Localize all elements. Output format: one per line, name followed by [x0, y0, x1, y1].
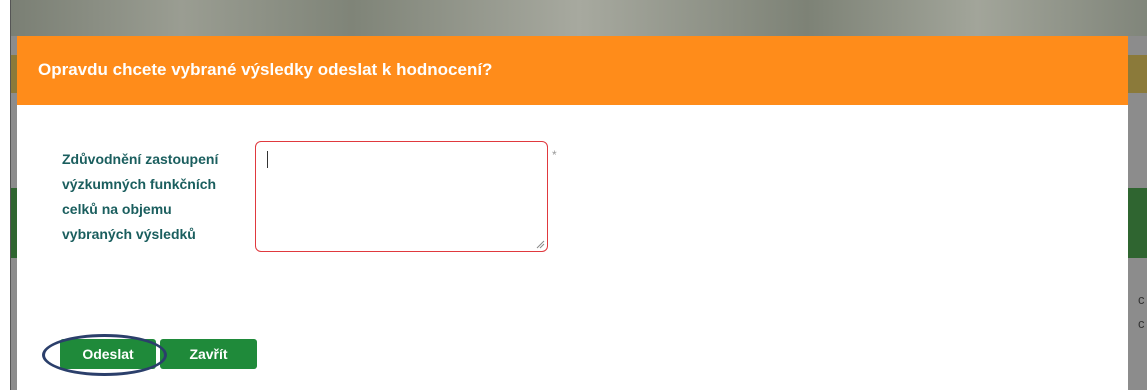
resize-handle-icon[interactable] [535, 239, 545, 249]
dialog-header: Opravdu chcete vybrané výsledky odeslat … [17, 36, 1128, 105]
justification-textarea[interactable] [256, 142, 547, 251]
required-asterisk: * [552, 148, 557, 162]
justification-label: Zdůvodnění zastoupení výzkumných funkční… [62, 151, 219, 242]
close-button[interactable]: Zavřít [160, 339, 257, 369]
confirm-dialog: Opravdu chcete vybrané výsledky odeslat … [17, 36, 1128, 390]
background-banner [11, 0, 1147, 36]
justification-field[interactable] [255, 141, 548, 252]
dialog-title: Opravdu chcete vybrané výsledky odeslat … [38, 60, 493, 79]
text-caret [267, 151, 268, 168]
background-text-fragment: c [1138, 292, 1145, 307]
background-text-fragment: c [1138, 316, 1145, 331]
send-button[interactable]: Odeslat [60, 339, 156, 369]
